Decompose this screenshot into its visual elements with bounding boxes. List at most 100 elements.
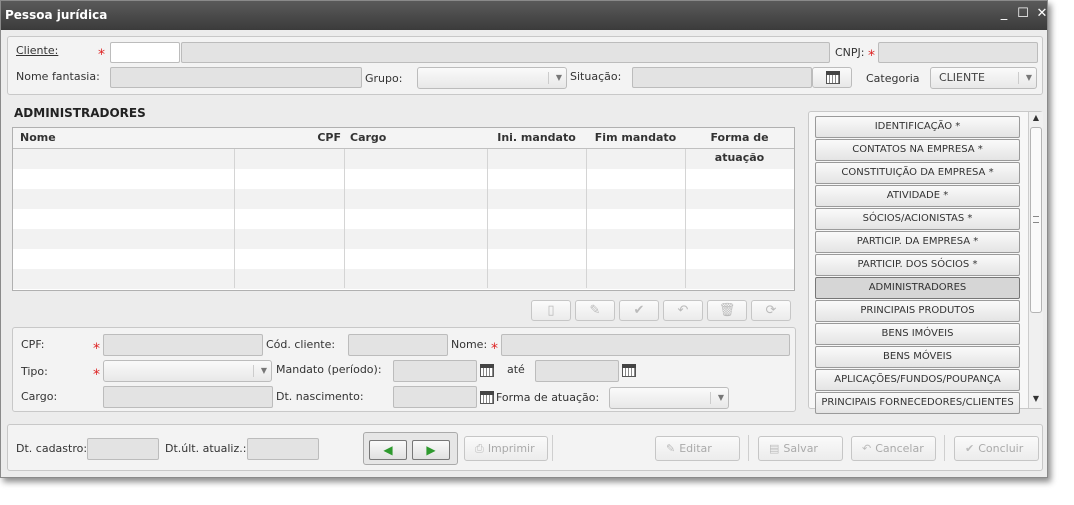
column-header-forma-atuacao[interactable]: Forma de atuação: [685, 128, 794, 164]
navigation-group: ◀ ▶: [363, 432, 458, 465]
calendar-icon[interactable]: [480, 391, 494, 404]
scroll-down-icon[interactable]: ▼: [1030, 394, 1042, 406]
section-button[interactable]: PRINCIPAIS FORNECEDORES/CLIENTES: [815, 392, 1020, 414]
cancelar-button[interactable]: ↶ Cancelar: [851, 436, 936, 461]
scroll-up-icon[interactable]: ▲: [1030, 113, 1042, 125]
cnpj-label: CNPJ:: [835, 46, 865, 59]
sections-panel: IDENTIFICAÇÃO * CONTATOS NA EMPRESA * CONS…: [808, 111, 1043, 414]
dt-ult-atualiz-field: [247, 438, 319, 460]
dt-ult-atualiz-label: Dt.últ. atualiz.:: [165, 442, 247, 455]
section-button[interactable]: ADMINISTRADORES: [815, 277, 1020, 299]
cod-cliente-label: Cód. cliente:: [266, 338, 336, 351]
trash-icon: 🗑: [718, 303, 736, 318]
header-panel: Cliente: * CNPJ: * Nome fantasia: Grupo:…: [7, 36, 1043, 95]
section-button[interactable]: IDENTIFICAÇÃO *: [815, 116, 1020, 138]
column-header-fim-mandato[interactable]: Fim mandato: [586, 128, 686, 149]
scroll-thumb[interactable]: [1030, 127, 1042, 313]
section-button[interactable]: APLICAÇÕES/FUNDOS/POUPANÇA: [815, 369, 1020, 391]
editar-button[interactable]: ✎ Editar: [655, 436, 740, 461]
column-header-cargo[interactable]: Cargo: [344, 128, 488, 149]
situacao-calendar-button[interactable]: [812, 67, 852, 88]
delete-row-button[interactable]: 🗑: [707, 300, 747, 321]
detail-panel: CPF: * Cód. cliente: Nome: * Tipo: * ▼ M…: [12, 327, 796, 412]
tipo-label: Tipo:: [21, 365, 48, 378]
table-row[interactable]: [13, 189, 794, 209]
calendar-icon[interactable]: [622, 364, 636, 377]
refresh-row-button[interactable]: ⟳: [751, 300, 791, 321]
nome-field[interactable]: [501, 334, 790, 356]
cliente-code-input[interactable]: [110, 42, 180, 63]
cliente-label: Cliente:: [16, 44, 59, 57]
table-row[interactable]: [13, 149, 794, 169]
categoria-value: CLIENTE: [939, 71, 985, 84]
section-button[interactable]: CONSTITUIÇÃO DA EMPRESA *: [815, 162, 1020, 184]
column-header-nome[interactable]: Nome: [13, 128, 235, 149]
dt-nascimento-label: Dt. nascimento:: [276, 390, 364, 403]
undo-icon: ↶: [677, 303, 689, 318]
section-button[interactable]: BENS MÓVEIS: [815, 346, 1020, 368]
column-header-ini-mandato[interactable]: Ini. mandato: [487, 128, 587, 149]
chevron-down-icon: ▼: [1018, 72, 1032, 84]
edit-row-button[interactable]: ✎: [575, 300, 615, 321]
printer-icon: ⎙: [475, 442, 484, 455]
ate-label: até: [507, 363, 525, 376]
cpf-field[interactable]: [103, 334, 263, 356]
grupo-select[interactable]: ▼: [417, 67, 567, 89]
pencil-icon: ✎: [666, 442, 676, 455]
table-row[interactable]: [13, 209, 794, 229]
cnpj-field[interactable]: [878, 42, 1038, 63]
arrow-right-icon: ▶: [426, 443, 436, 457]
new-row-button[interactable]: ▯: [531, 300, 571, 321]
previous-record-button[interactable]: ◀: [369, 440, 407, 460]
categoria-select[interactable]: CLIENTE ▼: [930, 67, 1037, 89]
editar-label: Editar: [679, 442, 712, 455]
table-row[interactable]: [13, 229, 794, 249]
table-row[interactable]: [13, 249, 794, 269]
calendar-icon[interactable]: [480, 364, 494, 377]
required-marker: *: [93, 341, 100, 357]
imprimir-button[interactable]: ⎙ Imprimir: [464, 436, 548, 461]
concluir-button[interactable]: ✔ Concluir: [954, 436, 1039, 461]
chevron-down-icon: ▼: [710, 392, 724, 404]
next-record-button[interactable]: ▶: [412, 440, 450, 460]
undo-icon: ↶: [862, 442, 872, 455]
mandato-fim-field[interactable]: [535, 360, 619, 382]
section-button[interactable]: BENS IMÓVEIS: [815, 323, 1020, 345]
save-icon: ▤: [769, 442, 780, 455]
nome-fantasia-field[interactable]: [110, 67, 362, 88]
cargo-field[interactable]: [103, 386, 273, 408]
administradores-table[interactable]: Nome CPF Cargo Ini. mandato Fim mandato …: [12, 127, 795, 291]
section-button[interactable]: ATIVIDADE *: [815, 185, 1020, 207]
dt-nascimento-field[interactable]: [393, 386, 477, 408]
table-row[interactable]: [13, 269, 794, 289]
required-marker: *: [93, 367, 100, 383]
concluir-label: Concluir: [978, 442, 1024, 455]
section-button[interactable]: PARTICIP. DA EMPRESA *: [815, 231, 1020, 253]
maximize-button[interactable]: ☐: [1015, 6, 1031, 22]
cod-cliente-field: [348, 334, 448, 356]
section-button[interactable]: CONTATOS NA EMPRESA *: [815, 139, 1020, 161]
confirm-row-button[interactable]: ✔: [619, 300, 659, 321]
undo-row-button[interactable]: ↶: [663, 300, 703, 321]
table-row[interactable]: [13, 169, 794, 189]
tipo-select[interactable]: ▼: [103, 360, 272, 382]
window-title: Pessoa jurídica: [5, 8, 108, 22]
section-button[interactable]: SÓCIOS/ACIONISTAS *: [815, 208, 1020, 230]
nome-fantasia-label: Nome fantasia:: [16, 70, 100, 83]
close-button[interactable]: ✕: [1034, 6, 1050, 22]
forma-atuacao-select[interactable]: ▼: [609, 387, 729, 409]
chevron-down-icon: ▼: [548, 72, 562, 84]
section-button[interactable]: PARTICIP. DOS SÓCIOS *: [815, 254, 1020, 276]
title-bar: Pessoa jurídica _ ☐ ✕: [1, 1, 1047, 30]
imprimir-label: Imprimir: [487, 442, 535, 455]
situacao-field: [632, 67, 812, 88]
salvar-button[interactable]: ▤ Salvar: [758, 436, 843, 461]
minimize-button[interactable]: _: [996, 6, 1012, 22]
chevron-down-icon: ▼: [253, 365, 267, 377]
column-header-cpf[interactable]: CPF: [234, 128, 345, 149]
scrollbar[interactable]: ▲ ▼: [1028, 112, 1043, 408]
mandato-inicio-field[interactable]: [393, 360, 477, 382]
salvar-label: Salvar: [783, 442, 818, 455]
section-button[interactable]: PRINCIPAIS PRODUTOS: [815, 300, 1020, 322]
categoria-label: Categoria: [866, 72, 920, 85]
